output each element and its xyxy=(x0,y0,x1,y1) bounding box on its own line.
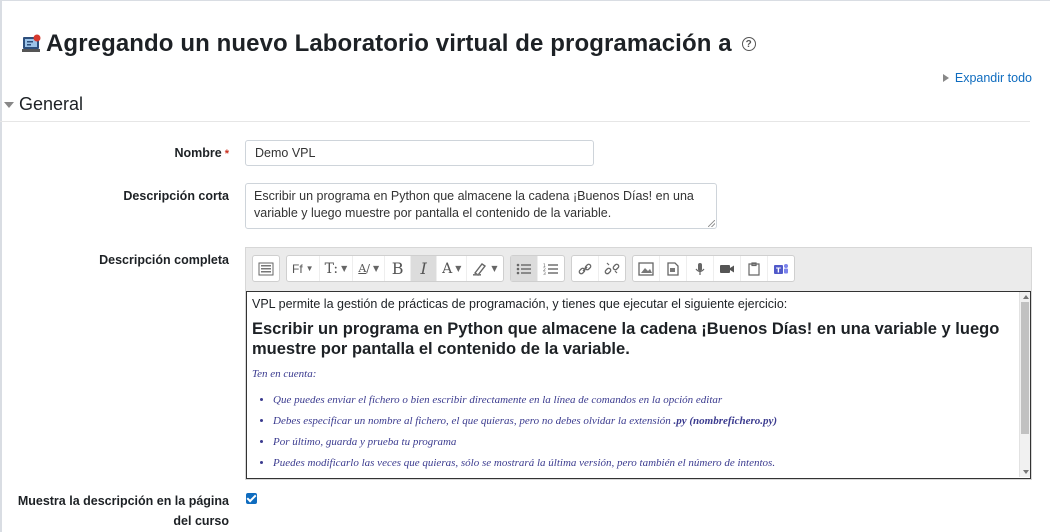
ordered-list-icon[interactable]: 123 xyxy=(538,256,564,281)
show-description-label: Muestra la descripción en la página del … xyxy=(17,494,229,528)
page-header: Agregando un nuevo Laboratorio virtual d… xyxy=(22,30,756,58)
toolbar-group-style: Ff ▼ T: ▼ A / ▼ B I A ▼ ▼ xyxy=(286,255,504,282)
short-description-text: Escribir un programa en Python que almac… xyxy=(254,189,694,220)
content-heading: Escribir un programa en Python que almac… xyxy=(252,320,1000,358)
name-input[interactable]: Demo VPL xyxy=(245,140,594,166)
toolbar-group-media: T xyxy=(631,255,795,282)
scroll-down-icon[interactable] xyxy=(1023,470,1029,474)
question-circle-icon[interactable]: ? xyxy=(741,37,756,51)
media-icon[interactable] xyxy=(660,256,687,281)
record-video-icon[interactable] xyxy=(714,256,741,281)
italic-icon[interactable]: I xyxy=(411,256,438,281)
svg-text:3: 3 xyxy=(543,271,546,276)
list-item: Debes especificar un nombre al fichero, … xyxy=(273,411,1017,432)
toolbar-group-toggle xyxy=(252,255,280,282)
window-top-border xyxy=(0,0,1050,1)
content-note: Ten en cuenta: xyxy=(252,368,317,380)
image-icon[interactable] xyxy=(633,256,660,281)
short-description-textarea[interactable]: Escribir un programa en Python que almac… xyxy=(245,183,717,229)
toolbar-toggle-icon[interactable] xyxy=(253,256,279,281)
caret-down-icon xyxy=(4,101,14,108)
font-color-icon[interactable]: A / ▼ xyxy=(353,256,386,281)
resize-grip-icon[interactable] xyxy=(708,220,715,227)
font-family-icon[interactable]: Ff ▼ xyxy=(287,256,320,281)
teams-icon[interactable]: T xyxy=(768,256,794,281)
editor-scrollbar[interactable] xyxy=(1019,292,1030,477)
vpl-module-icon xyxy=(22,33,42,55)
full-description-label: Descripción completa xyxy=(99,253,229,267)
list-item-text: Debes especificar un nombre al fichero, … xyxy=(273,415,671,427)
scrollbar-thumb[interactable] xyxy=(1021,302,1029,434)
section-general-toggle[interactable]: General xyxy=(4,94,83,115)
unlink-icon[interactable] xyxy=(599,256,625,281)
rich-text-editor: Ff ▼ T: ▼ A / ▼ B I A ▼ ▼ 123 T VPL perm… xyxy=(245,247,1032,480)
svg-text:T: T xyxy=(776,266,781,274)
name-label-text: Nombre xyxy=(174,146,222,160)
unordered-list-icon[interactable] xyxy=(510,256,538,281)
content-list: Que puedes enviar el fichero o bien escr… xyxy=(273,390,1017,474)
expand-all-link[interactable]: Expandir todo xyxy=(942,71,1032,85)
editor-content-area[interactable]: VPL permite la gestión de prácticas de p… xyxy=(246,291,1031,479)
section-divider xyxy=(0,121,1030,122)
expand-all-label: Expandir todo xyxy=(954,71,1032,85)
caret-right-icon xyxy=(942,74,949,82)
scroll-up-icon[interactable] xyxy=(1023,295,1029,299)
content-intro: VPL permite la gestión de prácticas de p… xyxy=(252,297,788,311)
show-description-checkbox[interactable] xyxy=(246,493,257,504)
editor-toolbar: Ff ▼ T: ▼ A / ▼ B I A ▼ ▼ 123 T xyxy=(252,255,801,283)
highlight-icon[interactable]: ▼ xyxy=(467,256,502,281)
font-size-icon[interactable]: T: ▼ xyxy=(320,256,354,281)
short-description-label: Descripción corta xyxy=(123,189,229,203)
page-title: Agregando un nuevo Laboratorio virtual d… xyxy=(46,30,732,57)
list-item: Puedes modificarlo las veces que quieras… xyxy=(273,453,1017,474)
toolbar-group-links xyxy=(570,255,626,282)
record-audio-icon[interactable] xyxy=(687,256,714,281)
text-color-icon[interactable]: A ▼ xyxy=(437,256,468,281)
list-item: Por último, guarda y prueba tu programa xyxy=(273,432,1017,453)
manage-files-icon[interactable] xyxy=(741,256,768,281)
section-general-label: General xyxy=(19,94,84,114)
toolbar-group-lists: 123 xyxy=(509,255,565,282)
required-icon: * xyxy=(224,148,229,160)
list-item-bold: .py (nombrefichero.py) xyxy=(673,415,778,427)
list-item: Que puedes enviar el fichero o bien escr… xyxy=(273,390,1017,411)
bold-icon[interactable]: B xyxy=(385,256,412,281)
name-label: Nombre * xyxy=(0,144,229,163)
link-icon[interactable] xyxy=(572,256,599,281)
